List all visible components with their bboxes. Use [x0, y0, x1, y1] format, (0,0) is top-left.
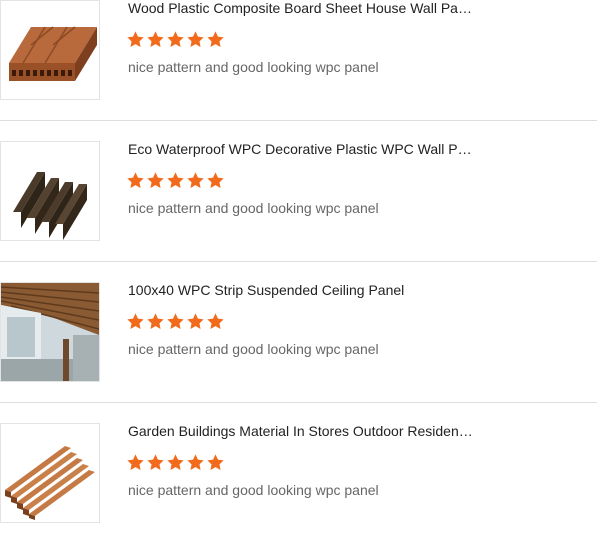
star-icon — [147, 31, 164, 47]
star-icon — [147, 454, 164, 470]
review-item: Garden Buildings Material In Stores Outd… — [0, 423, 597, 523]
review-text: nice pattern and good looking wpc panel — [128, 482, 379, 498]
star-icon — [127, 172, 144, 188]
review-text: nice pattern and good looking wpc panel — [128, 341, 379, 357]
product-thumbnail[interactable] — [0, 282, 100, 382]
product-thumbnail[interactable] — [0, 0, 100, 100]
star-icon — [127, 454, 144, 470]
star-icon — [207, 454, 224, 470]
star-icon — [127, 31, 144, 47]
star-rating — [126, 171, 225, 191]
star-icon — [147, 172, 164, 188]
star-icon — [187, 454, 204, 470]
product-title-link[interactable]: 100x40 WPC Strip Suspended Ceiling Panel — [128, 282, 473, 298]
star-rating — [126, 453, 225, 473]
star-rating — [126, 312, 225, 332]
star-icon — [167, 31, 184, 47]
product-title-link[interactable]: Garden Buildings Material In Stores Outd… — [128, 423, 473, 439]
star-icon — [187, 31, 204, 47]
ceiling-panel-image — [1, 283, 99, 381]
star-icon — [167, 313, 184, 329]
star-icon — [167, 172, 184, 188]
review-item: Eco Waterproof WPC Decorative Plastic WP… — [0, 141, 597, 241]
divider — [0, 261, 597, 262]
product-title-link[interactable]: Eco Waterproof WPC Decorative Plastic WP… — [128, 141, 473, 157]
star-icon — [207, 31, 224, 47]
wpc-decking-image — [1, 424, 99, 522]
divider — [0, 402, 597, 403]
review-text: nice pattern and good looking wpc panel — [128, 59, 379, 75]
product-thumbnail[interactable] — [0, 141, 100, 241]
wpc-board-image — [1, 1, 99, 99]
star-icon — [167, 454, 184, 470]
review-item: Wood Plastic Composite Board Sheet House… — [0, 0, 597, 100]
product-thumbnail[interactable] — [0, 423, 100, 523]
review-item: 100x40 WPC Strip Suspended Ceiling Panel… — [0, 282, 597, 382]
star-icon — [207, 313, 224, 329]
star-icon — [207, 172, 224, 188]
star-icon — [127, 313, 144, 329]
star-rating — [126, 30, 225, 50]
product-title-link[interactable]: Wood Plastic Composite Board Sheet House… — [128, 0, 473, 16]
divider — [0, 120, 597, 121]
review-text: nice pattern and good looking wpc panel — [128, 200, 379, 216]
wpc-fluted-panel-image — [1, 142, 99, 240]
star-icon — [147, 313, 164, 329]
star-icon — [187, 172, 204, 188]
star-icon — [187, 313, 204, 329]
